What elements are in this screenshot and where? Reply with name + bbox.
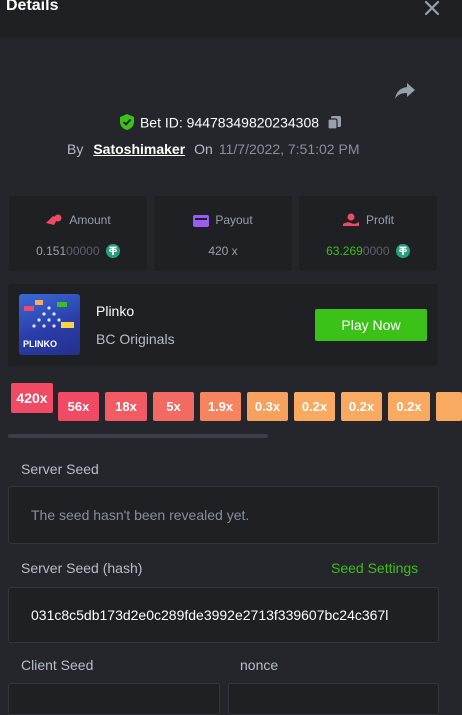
multiplier-slot: 0.2x [388, 392, 430, 421]
multiplier-slot: 5x [153, 392, 194, 421]
multiplier-slot: 56x [58, 392, 99, 421]
game-thumbnail[interactable]: PLINKO [19, 294, 80, 355]
multiplier-hit: 420x [11, 383, 53, 413]
profit-card: Profit 63.2690000 [299, 196, 437, 271]
share-icon[interactable] [394, 82, 416, 100]
multiplier-scrollbar[interactable] [8, 434, 268, 438]
game-provider: BC Originals [96, 331, 175, 347]
amount-card: Amount 0.15100000 [9, 196, 147, 271]
username-link[interactable]: Satoshimaker [93, 141, 185, 157]
server-seed-hash-value: 031c8c5db173d2e0c289fde3992e2713f339607b… [31, 607, 389, 623]
play-now-button[interactable]: Play Now [315, 309, 427, 341]
nonce-field[interactable] [228, 683, 439, 715]
seed-settings-link[interactable]: Seed Settings [331, 560, 418, 576]
amount-value-dim: 00000 [66, 244, 100, 258]
client-seed-label: Client Seed [21, 657, 94, 673]
server-seed-hash-label: Server Seed (hash) [21, 560, 143, 576]
amount-label: Amount [69, 213, 111, 227]
multiplier-slot: 0.2x [341, 392, 382, 421]
game-thumb-label: PLINKO [23, 339, 58, 349]
by-label: By [67, 141, 84, 157]
page-title: Details [6, 0, 59, 14]
bet-id-row: Bet ID: 94478349820234308 [0, 113, 462, 133]
copy-icon[interactable] [327, 115, 342, 130]
payout-card: Payout 420 x [154, 196, 292, 271]
byline: By Satoshimaker On 11/7/2022, 7:51:02 PM [67, 141, 359, 157]
client-seed-field[interactable] [8, 683, 220, 715]
on-label: On [194, 141, 213, 157]
tether-icon [395, 244, 410, 258]
server-seed-field: The seed hasn't been revealed yet. [8, 486, 439, 544]
profit-hand-icon [342, 213, 359, 226]
game-name: Plinko [96, 303, 135, 319]
multiplier-slot: 18x [105, 392, 147, 421]
game-card: PLINKO Plinko BC Originals Play Now [8, 284, 438, 366]
bet-id: Bet ID: 94478349820234308 [139, 114, 320, 131]
tether-icon [105, 244, 120, 258]
wallet-icon [193, 215, 210, 227]
multiplier-slot-partial [436, 392, 462, 421]
server-seed-label: Server Seed [21, 461, 99, 477]
amount-value: 0.151 [36, 244, 67, 258]
payout-value: 420 x [208, 244, 238, 258]
close-icon[interactable] [423, 0, 441, 16]
profit-value-dim: 0000 [362, 244, 390, 258]
shield-check-icon [119, 114, 134, 131]
payout-label: Payout [215, 213, 253, 227]
multiplier-slot: 0.3x [247, 392, 288, 421]
coins-icon [46, 214, 62, 225]
server-seed-hash-field[interactable]: 031c8c5db173d2e0c289fde3992e2713f339607b… [8, 587, 439, 643]
multiplier-slot: 0.2x [294, 392, 335, 421]
bet-date: 11/7/2022, 7:51:02 PM [218, 141, 360, 157]
server-seed-value: The seed hasn't been revealed yet. [31, 507, 250, 523]
nonce-label: nonce [240, 657, 279, 673]
details-header [0, 0, 462, 38]
multiplier-slot: 1.9x [200, 392, 241, 421]
profit-value: 63.269 [326, 244, 363, 258]
profit-label: Profit [365, 213, 394, 227]
